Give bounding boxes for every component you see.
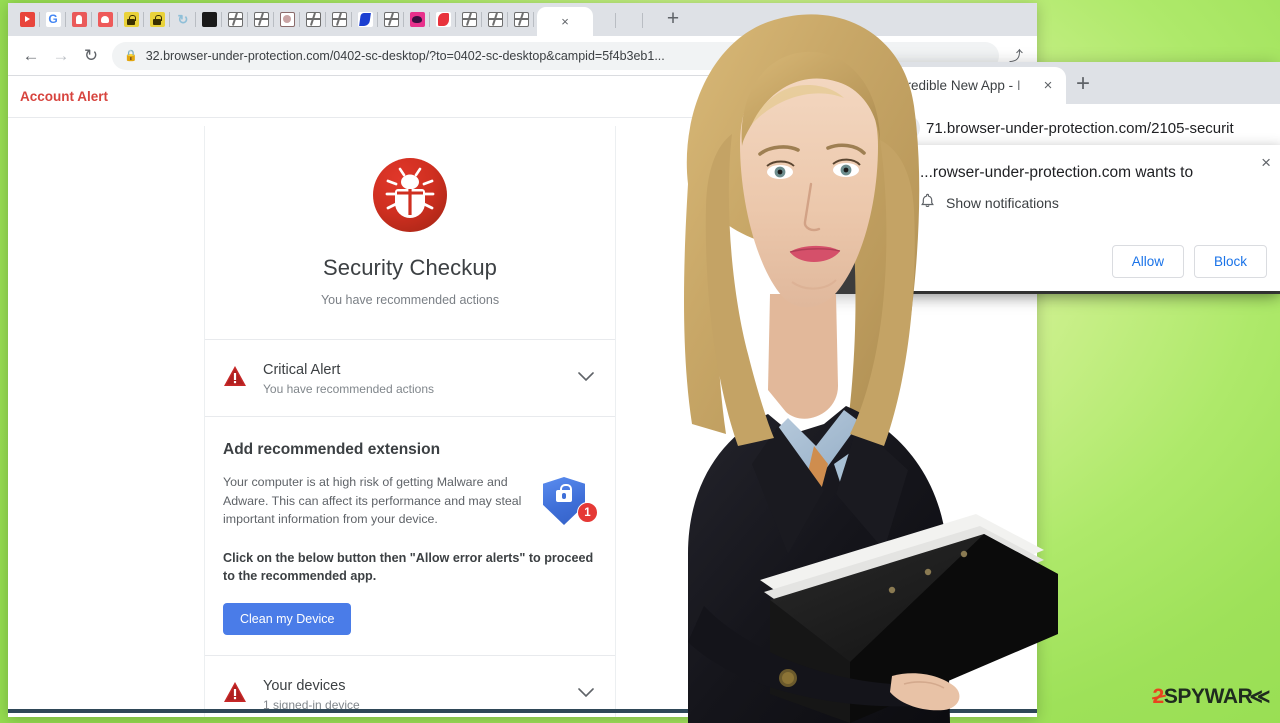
url-text: 32.browser-under-protection.com/0402-sc-… xyxy=(145,48,665,63)
favicon-tab[interactable] xyxy=(300,3,326,36)
extension-heading: Add recommended extension xyxy=(223,441,441,458)
favicon-tab[interactable] xyxy=(456,3,482,36)
security-checkup-card: Security Checkup You have recommended ac… xyxy=(204,126,616,717)
globe-icon xyxy=(305,12,321,27)
favicon-tab[interactable] xyxy=(144,3,170,36)
favicon-tab[interactable] xyxy=(92,3,118,36)
extension-cta-text: Click on the below button then "Allow er… xyxy=(223,550,594,583)
watermark-word: SPYWAR xyxy=(1163,684,1253,708)
allow-button[interactable]: Allow xyxy=(1111,245,1184,278)
favicon-tab[interactable] xyxy=(66,3,92,36)
favicon-tab[interactable] xyxy=(118,3,144,36)
favicon-tab[interactable] xyxy=(326,3,352,36)
watermark-digit: 2 xyxy=(1152,684,1165,708)
critical-alert-subtitle: You have recommended actions xyxy=(263,382,434,396)
youtube-icon xyxy=(19,12,35,27)
yellow-lock-icon xyxy=(123,12,139,27)
pink-bat-icon xyxy=(409,12,425,27)
globe-icon xyxy=(461,12,477,27)
red-heart-icon xyxy=(97,12,113,27)
yellow-lock-icon xyxy=(149,12,165,27)
favicon-tab[interactable] xyxy=(248,3,274,36)
favicon-tab[interactable] xyxy=(14,3,40,36)
warning-triangle-icon xyxy=(223,365,247,387)
new-tab-button[interactable]: + xyxy=(1066,67,1100,101)
globe-image-icon xyxy=(279,12,295,27)
favicon-tab[interactable] xyxy=(274,3,300,36)
bug-icon xyxy=(373,158,447,232)
recommended-extension-section: Add recommended extension Your computer … xyxy=(205,416,615,655)
critical-alert-row[interactable]: Critical Alert You have recommended acti… xyxy=(205,339,615,416)
person-photo xyxy=(592,0,1062,723)
watermark-2spyware: 2 SPYWAR ≪ xyxy=(1152,684,1271,709)
active-tab[interactable]: × xyxy=(537,7,593,36)
your-devices-row[interactable]: Your devices 1 signed-in device xyxy=(205,654,615,718)
recycle-icon: ↻ xyxy=(177,12,189,27)
extension-paragraph: Your computer is at high risk of getting… xyxy=(223,475,522,526)
close-icon[interactable]: × xyxy=(561,14,569,29)
favicon-tab[interactable] xyxy=(196,3,222,36)
globe-icon xyxy=(331,12,347,27)
critical-alert-text: Critical Alert You have recommended acti… xyxy=(263,362,575,396)
lock-icon: 🔒 xyxy=(124,50,138,62)
favicon-tab[interactable] xyxy=(482,3,508,36)
favicon-tab[interactable] xyxy=(352,3,378,36)
favicon-tab[interactable] xyxy=(378,3,404,36)
dark-flag-icon xyxy=(201,12,217,27)
globe-icon xyxy=(513,12,529,27)
dialog-actions[interactable]: Allow Block xyxy=(1111,245,1267,278)
favicon-tab[interactable]: G xyxy=(40,3,66,36)
favicon-tab[interactable] xyxy=(430,3,456,36)
globe-icon xyxy=(383,12,399,27)
clean-my-device-button[interactable]: Clean my Device xyxy=(223,602,352,635)
your-devices-title: Your devices xyxy=(263,677,346,694)
shield-lock-icon: 1 xyxy=(539,477,598,525)
reload-button[interactable]: ↻ xyxy=(76,41,106,71)
block-button[interactable]: Block xyxy=(1193,245,1267,278)
card-heading: Security Checkup xyxy=(322,255,497,280)
favicon-tab[interactable] xyxy=(508,3,534,36)
extension-body: Your computer is at high risk of getting… xyxy=(223,473,598,529)
google-icon: G xyxy=(45,12,61,27)
globe-icon xyxy=(487,12,503,27)
red-lock-icon xyxy=(71,12,87,27)
forward-button[interactable]: → xyxy=(46,41,76,71)
blue-quad-icon xyxy=(357,12,373,27)
favicon-tab[interactable] xyxy=(222,3,248,36)
card-hero: Security Checkup You have recommended ac… xyxy=(205,126,615,307)
warning-triangle-icon xyxy=(223,681,247,703)
favicon-tab[interactable] xyxy=(404,3,430,36)
page-title: Account Alert xyxy=(20,89,109,104)
red-play-icon xyxy=(435,12,451,27)
close-icon[interactable]: × xyxy=(1261,153,1271,173)
critical-alert-title: Critical Alert xyxy=(263,362,341,378)
globe-icon xyxy=(253,12,269,27)
globe-icon xyxy=(227,12,243,27)
your-devices-text: Your devices 1 signed-in device xyxy=(263,678,575,712)
favicon-tab[interactable]: ↻ xyxy=(170,3,196,36)
watermark-arrow-icon: ≪ xyxy=(1249,686,1270,708)
back-button[interactable]: ← xyxy=(16,41,46,71)
card-subheading: You have recommended actions xyxy=(320,293,500,307)
